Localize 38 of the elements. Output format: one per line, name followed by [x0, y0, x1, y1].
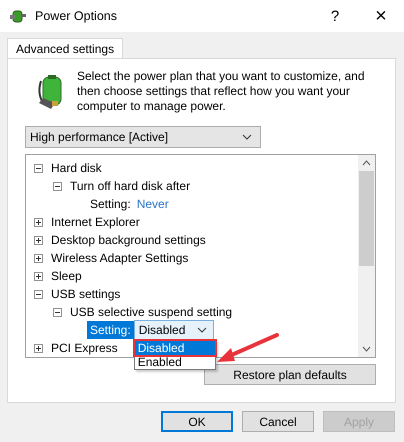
tree-item[interactable]: Internet Explorer — [51, 215, 140, 229]
tree-item[interactable]: PCI Express — [51, 341, 118, 355]
chevron-down-icon — [196, 327, 207, 333]
expand-icon[interactable] — [34, 272, 43, 280]
scroll-down-icon[interactable] — [362, 346, 371, 352]
dialog-button[interactable]: OK — [161, 411, 233, 432]
collapse-icon[interactable] — [53, 308, 62, 316]
expand-icon[interactable] — [34, 218, 43, 226]
tab[interactable]: Advanced settings — [7, 38, 124, 58]
scrollbar[interactable] — [358, 155, 375, 357]
collapse-icon[interactable] — [53, 182, 62, 190]
instruction-text: Select the power plan that you want to customize, and then choose settings that reflect how you want your computer to manage power. — [77, 69, 366, 114]
tree-item[interactable]: USB settings — [51, 287, 120, 301]
window-title: Power Options — [35, 9, 118, 23]
collapse-icon[interactable] — [34, 290, 43, 298]
expand-icon[interactable] — [34, 344, 43, 352]
plan-dropdown[interactable]: High performance [Active] — [25, 126, 261, 148]
tree-item[interactable]: Wireless Adapter Settings — [51, 251, 188, 265]
tree-item[interactable]: USB selective suspend setting — [70, 305, 232, 319]
tree-item[interactable]: Desktop background settings — [51, 233, 206, 247]
expand-icon[interactable] — [34, 236, 43, 244]
battery-plug-icon — [9, 8, 27, 24]
expand-icon[interactable] — [34, 254, 43, 262]
close-button[interactable]: × — [358, 4, 404, 28]
setting-label: Setting: — [87, 321, 134, 339]
tree-item[interactable]: Sleep — [51, 269, 82, 283]
scroll-up-icon[interactable] — [362, 160, 371, 166]
help-button[interactable]: ? — [312, 8, 358, 24]
tree-item[interactable]: Hard disk — [51, 161, 102, 175]
setting-label: Setting: — [89, 196, 132, 213]
dropdown-option[interactable]: Disabled — [134, 341, 215, 355]
setting-value-link[interactable]: Never — [136, 197, 169, 211]
restore-defaults-button[interactable]: Restore plan defaults — [204, 364, 376, 385]
collapse-icon[interactable] — [34, 164, 43, 172]
chevron-down-icon — [242, 134, 252, 140]
scrollbar-thumb[interactable] — [359, 171, 374, 266]
dialog-button[interactable]: Cancel — [242, 411, 314, 432]
tree-item[interactable]: Turn off hard disk after — [70, 179, 190, 193]
